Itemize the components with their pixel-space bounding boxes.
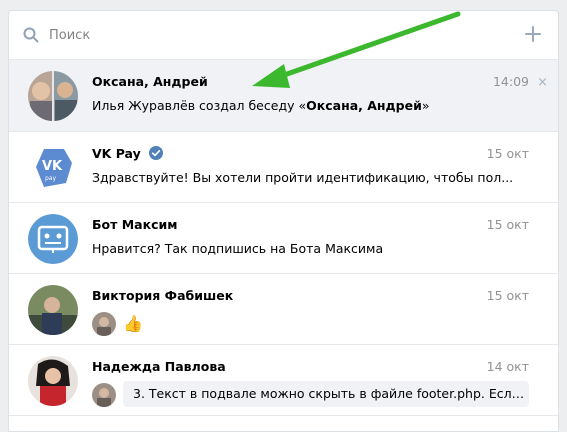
dialog-name: Бот Максим (92, 217, 178, 232)
dialog-time: 15 окт (486, 217, 529, 232)
dialog-row[interactable]: Виктория Фабишек 15 окт 👍 (9, 274, 558, 345)
search-bar (9, 11, 558, 60)
close-icon[interactable]: × (537, 75, 548, 90)
dialog-row[interactable]: Оксана, Андрей 14:09 × Илья Журавлёв соз… (9, 60, 558, 132)
dialog-row[interactable]: Бот Максим 15 окт Нравится? Так подпишис… (9, 203, 558, 274)
dialog-message: Илья Журавлёв создал беседу «Оксана, Анд… (92, 98, 430, 113)
verified-icon (149, 146, 163, 160)
dialog-message: Нравится? Так подпишись на Бота Максима (92, 241, 384, 256)
search-icon (23, 27, 39, 43)
dialog-message: Здравствуйте! Вы хотели пройти идентифик… (92, 170, 514, 185)
dialog-time: 14 окт (486, 359, 529, 374)
my-avatar (92, 312, 116, 336)
avatar (28, 71, 78, 121)
dialog-name: VK Pay (92, 146, 141, 161)
dialog-row[interactable]: Надежда Павлова 14 окт 3. Текст в подвал… (9, 345, 558, 416)
dialog-time: 15 окт (486, 146, 529, 161)
search-input[interactable] (49, 23, 489, 47)
new-chat-plus-icon[interactable] (524, 25, 542, 43)
vkpay-logo-avatar: VK pay (28, 143, 78, 193)
dialog-row[interactable]: VK pay VK Pay 15 окт Здравствуйте! Вы хо… (9, 132, 558, 203)
svg-text:VK: VK (42, 159, 63, 174)
dialogs-panel: Оксана, Андрей 14:09 × Илья Журавлёв соз… (8, 10, 559, 432)
avatar (28, 356, 78, 406)
dialog-time: 15 окт (486, 288, 529, 303)
svg-text:pay: pay (45, 175, 56, 182)
dialog-name: Виктория Фабишек (92, 288, 234, 303)
avatar (28, 285, 78, 335)
dialog-message: 3. Текст в подвале можно скрыть в файле … (123, 381, 529, 407)
dialog-time: 14:09 (492, 74, 529, 89)
dialog-name: Оксана, Андрей (92, 74, 208, 89)
thumbs-up-icon: 👍 (123, 314, 143, 333)
my-avatar (92, 383, 116, 407)
bot-avatar (28, 214, 78, 264)
dialog-name: Надежда Павлова (92, 359, 226, 374)
